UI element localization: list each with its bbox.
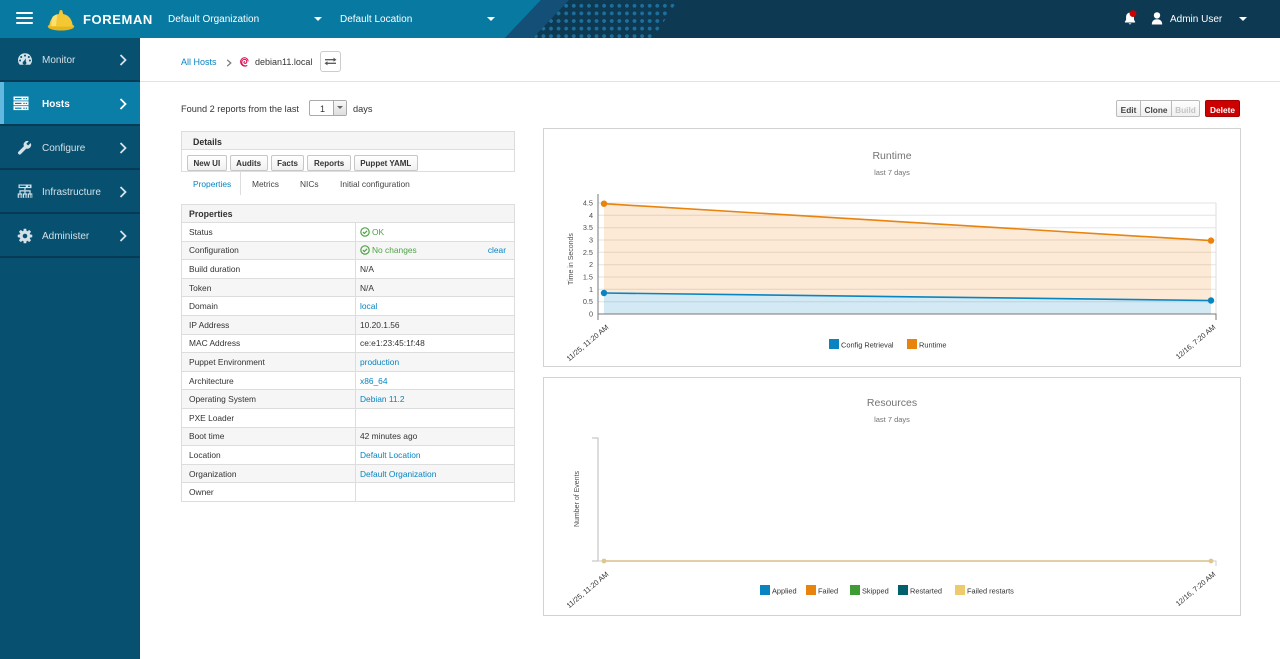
svg-text:Runtime: Runtime: [919, 341, 947, 350]
svg-text:12/16, 7:20 AM: 12/16, 7:20 AM: [1174, 323, 1217, 361]
svg-text:12/16, 7:20 AM: 12/16, 7:20 AM: [1174, 570, 1217, 608]
svg-text:Skipped: Skipped: [862, 587, 889, 596]
svg-text:11/25, 11:20 AM: 11/25, 11:20 AM: [565, 323, 611, 363]
svg-text:0.5: 0.5: [583, 297, 593, 306]
svg-text:Failed restarts: Failed restarts: [967, 587, 1014, 596]
svg-text:1.5: 1.5: [583, 273, 593, 282]
svg-text:4: 4: [589, 211, 593, 220]
svg-text:0: 0: [589, 310, 593, 319]
svg-text:3.5: 3.5: [583, 223, 593, 232]
svg-text:Resources: Resources: [867, 397, 917, 409]
svg-text:4.5: 4.5: [583, 199, 593, 208]
svg-text:Applied: Applied: [772, 587, 797, 596]
svg-text:3: 3: [589, 236, 593, 245]
svg-text:2.5: 2.5: [583, 248, 593, 257]
svg-text:Runtime: Runtime: [872, 150, 911, 162]
svg-text:1: 1: [589, 285, 593, 294]
svg-text:Number of Events: Number of Events: [574, 470, 581, 527]
svg-text:last 7 days: last 7 days: [874, 168, 910, 177]
svg-text:last 7 days: last 7 days: [874, 415, 910, 424]
svg-text:Config Retrieval: Config Retrieval: [841, 341, 894, 350]
svg-text:Restarted: Restarted: [910, 587, 942, 596]
svg-text:11/25, 11:20 AM: 11/25, 11:20 AM: [565, 570, 611, 610]
svg-text:Time in Seconds: Time in Seconds: [568, 233, 575, 285]
svg-text:Failed: Failed: [818, 587, 838, 596]
svg-text:2: 2: [589, 260, 593, 269]
